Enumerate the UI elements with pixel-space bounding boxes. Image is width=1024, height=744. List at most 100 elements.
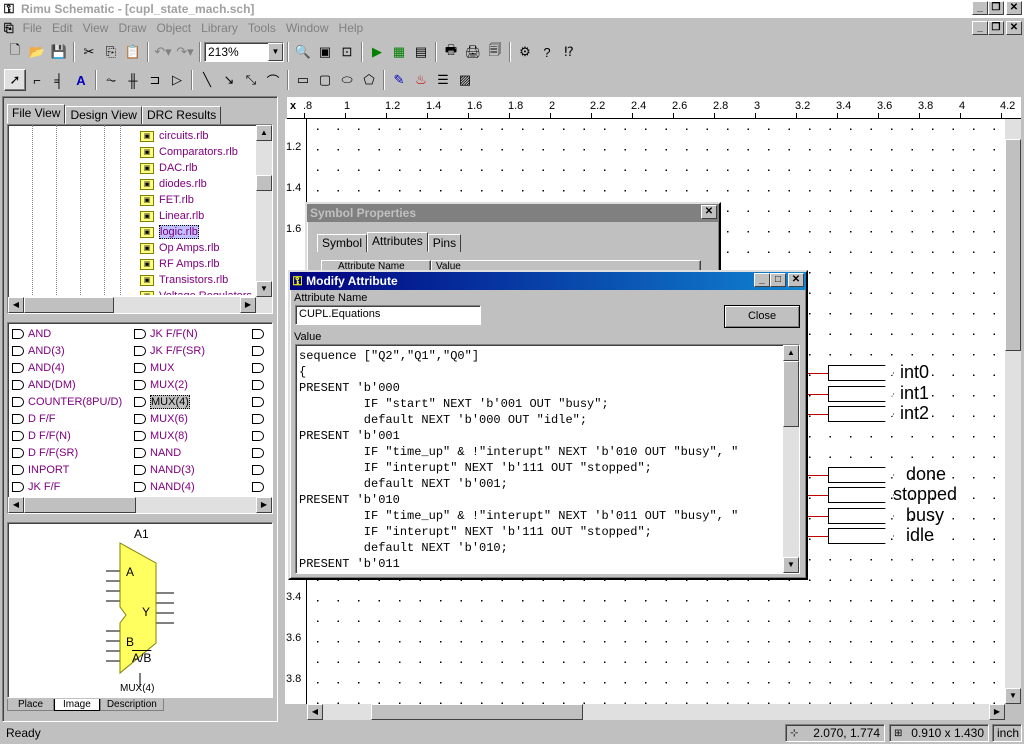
part-item-partial[interactable] [252, 342, 272, 359]
cut-icon[interactable]: ✂ [78, 41, 100, 63]
wire[interactable] [808, 516, 828, 517]
line-style-icon[interactable]: ☰ [432, 69, 454, 91]
chevron-down-icon[interactable]: ▼ [268, 43, 283, 61]
part-item[interactable]: MUX(8) [134, 427, 254, 444]
part-item[interactable]: JK F/F(SR) [134, 342, 254, 359]
attribute-name-field[interactable]: CUPL.Equations [295, 305, 481, 325]
ellipse-icon[interactable]: ⬭ [336, 69, 358, 91]
undo-icon[interactable]: ↶▾ [152, 41, 174, 63]
part-item-partial[interactable] [252, 359, 272, 376]
library-item[interactable]: ▣ Transistors.rlb [140, 272, 256, 288]
part-item[interactable]: D F/F(N) [12, 427, 132, 444]
document-icon[interactable]: ⎘ [0, 21, 18, 36]
menu-library[interactable]: Library [196, 21, 243, 35]
part-item[interactable]: AND(4) [12, 359, 132, 376]
part-item[interactable]: NAND(3) [134, 461, 254, 478]
gate-icon[interactable]: ⊐ [144, 69, 166, 91]
part-item[interactable]: NAND [134, 444, 254, 461]
library-item[interactable]: ▣ FET.rlb [140, 192, 256, 208]
port-symbol[interactable] [828, 386, 894, 402]
part-item-partial[interactable] [252, 478, 272, 495]
rectangle-icon[interactable]: ▭ [292, 69, 314, 91]
part-item-partial[interactable] [252, 444, 272, 461]
netlist-icon[interactable]: ▦ [388, 41, 410, 63]
tab-symbol[interactable]: Symbol [317, 234, 368, 252]
menu-tools[interactable]: Tools [243, 21, 281, 35]
part-item-partial[interactable] [252, 325, 272, 342]
part-item[interactable]: D F/F [12, 410, 132, 427]
part-item[interactable]: JK F/F(N) [134, 325, 254, 342]
library-item[interactable]: ▣ Linear.rlb [140, 208, 256, 224]
parts-scroll-right-icon[interactable]: ▶ [256, 497, 272, 513]
menu-draw[interactable]: Draw [113, 21, 151, 35]
value-editor[interactable]: sequence ["Q2","Q1","Q0"] {PRESENT 'b'000… [295, 344, 800, 574]
run-icon[interactable]: ▶ [366, 41, 388, 63]
arrow-line-icon[interactable]: ↘ [218, 69, 240, 91]
wire-icon[interactable]: ⌐ [26, 69, 48, 91]
scroll-right-icon[interactable]: ▶ [240, 297, 256, 313]
redo-icon[interactable]: ↷▾ [174, 41, 196, 63]
rounded-rect-icon[interactable]: ▢ [314, 69, 336, 91]
part-item-partial[interactable] [252, 461, 272, 478]
dialog-minimize-icon[interactable]: _ [754, 273, 770, 287]
capacitor-icon[interactable]: ╫ [122, 69, 144, 91]
library-item[interactable]: ▣ Comparators.rlb [140, 144, 256, 160]
parts-hscroll[interactable]: ◀ ▶ [8, 497, 272, 513]
menu-edit[interactable]: Edit [47, 21, 78, 35]
library-item[interactable]: ▣Voltage Regulators [140, 288, 256, 295]
zoom-fit-icon[interactable]: ⊡ [336, 41, 358, 63]
open-folder-icon[interactable]: 📂 [26, 41, 48, 63]
library-scrollbar[interactable]: ▲ ▼ [256, 125, 272, 313]
text-icon[interactable]: A [70, 69, 92, 91]
part-item[interactable]: JK F/F [12, 478, 132, 495]
menu-view[interactable]: View [78, 21, 114, 35]
doc-close-icon[interactable]: ✕ [1006, 21, 1022, 35]
buffer-icon[interactable]: ▷ [166, 69, 188, 91]
pen-color-icon[interactable]: ✎ [388, 69, 410, 91]
dialog-maximize-icon[interactable]: □ [770, 273, 786, 287]
part-item-partial[interactable] [252, 393, 272, 410]
port-symbol[interactable] [828, 528, 894, 544]
library-item[interactable]: ▣ DAC.rlb [140, 160, 256, 176]
scroll-left-icon[interactable]: ◀ [8, 297, 24, 313]
zoom-select[interactable]: 213% ▼ [204, 42, 284, 62]
double-arrow-icon[interactable]: ⤡ [240, 69, 262, 91]
part-item[interactable]: COUNTER(8PU/D) [12, 393, 132, 410]
part-item[interactable]: AND(DM) [12, 376, 132, 393]
canvas-vscroll[interactable]: ▼ [1005, 119, 1021, 704]
tab-drc-results[interactable]: DRC Results [141, 106, 222, 124]
restore-icon[interactable]: ❐ [988, 1, 1004, 15]
close-button[interactable]: Close [724, 305, 800, 328]
value-scroll-up-icon[interactable]: ▲ [783, 345, 799, 361]
library-item[interactable]: ▣ diodes.rlb [140, 176, 256, 192]
wire[interactable] [808, 495, 828, 496]
port-symbol[interactable] [828, 508, 894, 524]
port-symbol[interactable] [828, 467, 894, 483]
print-setup-icon[interactable]: 🖨 [462, 41, 484, 63]
library-item[interactable]: ▣ logic.rlb [140, 224, 256, 240]
part-item-partial[interactable] [252, 410, 272, 427]
app-icon[interactable]: ⚿ [1, 1, 17, 17]
menu-help[interactable]: Help [334, 21, 369, 35]
port-symbol[interactable] [828, 406, 894, 422]
line-icon[interactable]: ╲ [196, 69, 218, 91]
properties-icon[interactable]: ⚙ [514, 41, 536, 63]
part-item[interactable]: AND [12, 325, 132, 342]
scroll-thumb[interactable] [256, 175, 272, 191]
canvas-scroll-down-icon[interactable]: ▼ [1005, 688, 1021, 704]
part-item-partial[interactable] [252, 427, 272, 444]
part-item[interactable]: NAND(4) [134, 478, 254, 495]
arc-icon[interactable]: ⌒ [262, 69, 284, 91]
scroll-down-icon[interactable]: ▼ [256, 281, 272, 297]
library-item[interactable]: ▣ circuits.rlb [140, 128, 256, 144]
close-icon[interactable]: ✕ [1006, 1, 1022, 15]
fill-pattern-icon[interactable]: ▨ [454, 69, 476, 91]
value-scrollbar[interactable]: ▲ ▼ [783, 345, 799, 573]
library-hscroll[interactable]: ◀ ▶ [8, 297, 256, 313]
zoom-icon[interactable]: 🔍 [292, 41, 314, 63]
wire[interactable] [808, 373, 828, 374]
port-symbol[interactable] [828, 487, 894, 503]
tab-file-view[interactable]: File View [7, 104, 66, 124]
library-item[interactable]: ▣ RF Amps.rlb [140, 256, 256, 272]
tab-attributes[interactable]: Attributes [367, 232, 428, 252]
